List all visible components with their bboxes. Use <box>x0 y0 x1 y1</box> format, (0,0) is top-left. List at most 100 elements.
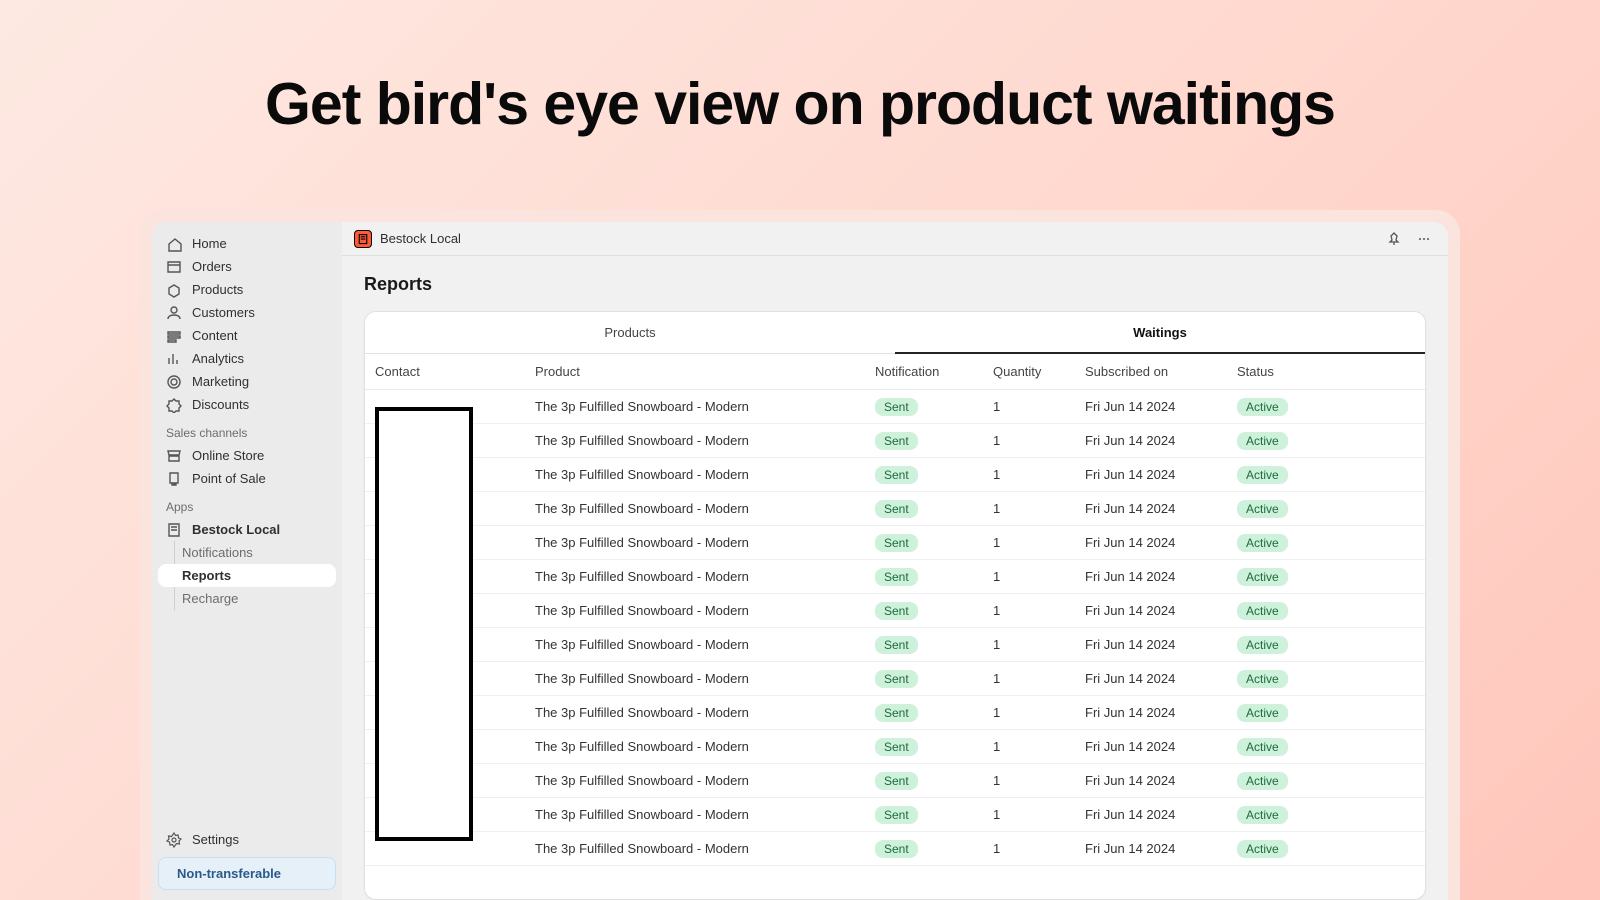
sidebar-item-label: Marketing <box>192 374 249 389</box>
cell-notification: Sent <box>865 832 983 866</box>
table-row[interactable]: The 3p Fulfilled Snowboard - ModernSent1… <box>365 832 1425 866</box>
status-badge: Active <box>1237 806 1288 824</box>
tab-waitings[interactable]: Waitings <box>895 312 1425 354</box>
table-row[interactable]: The 3p Fulfilled Snowboard - ModernSent1… <box>365 730 1425 764</box>
cell-subscribed: Fri Jun 14 2024 <box>1075 832 1227 866</box>
cell-status: Active <box>1227 458 1425 492</box>
cell-subscribed: Fri Jun 14 2024 <box>1075 424 1227 458</box>
table-row[interactable]: The 3p Fulfilled Snowboard - ModernSent1… <box>365 662 1425 696</box>
sidebar-item-label: Bestock Local <box>192 522 280 537</box>
sidebar-item-products[interactable]: Products <box>158 278 336 301</box>
col-status[interactable]: Status <box>1227 354 1425 390</box>
sidebar-item-bestock-local[interactable]: Bestock Local <box>158 518 336 541</box>
cell-status: Active <box>1227 696 1425 730</box>
hero-headline: Get bird's eye view on product waitings <box>0 70 1600 138</box>
cell-product: The 3p Fulfilled Snowboard - Modern <box>525 526 865 560</box>
sidebar-item-discounts[interactable]: Discounts <box>158 393 336 416</box>
table-row[interactable]: The 3p Fulfilled Snowboard - ModernSent1… <box>365 424 1425 458</box>
cell-status: Active <box>1227 390 1425 424</box>
cell-contact <box>365 390 525 424</box>
cell-product: The 3p Fulfilled Snowboard - Modern <box>525 492 865 526</box>
table-row[interactable]: The 3p Fulfilled Snowboard - ModernSent1… <box>365 628 1425 662</box>
cell-status: Active <box>1227 832 1425 866</box>
status-badge: Active <box>1237 738 1288 756</box>
table-row[interactable]: The 3p Fulfilled Snowboard - ModernSent1… <box>365 594 1425 628</box>
sidebar-subitem-notifications[interactable]: Notifications <box>158 541 336 564</box>
cell-contact <box>365 662 525 696</box>
nav-section-sales[interactable]: Sales channels <box>158 416 336 444</box>
cell-contact <box>365 628 525 662</box>
table-row[interactable]: The 3p Fulfilled Snowboard - ModernSent1… <box>365 390 1425 424</box>
sidebar-item-settings[interactable]: Settings <box>158 828 336 851</box>
tab-products[interactable]: Products <box>365 312 895 354</box>
sidebar-item-label: Home <box>192 236 227 251</box>
sidebar-item-customers[interactable]: Customers <box>158 301 336 324</box>
table-row[interactable]: The 3p Fulfilled Snowboard - ModernSent1… <box>365 764 1425 798</box>
cell-product: The 3p Fulfilled Snowboard - Modern <box>525 764 865 798</box>
cell-contact <box>365 798 525 832</box>
status-badge: Active <box>1237 636 1288 654</box>
col-contact[interactable]: Contact <box>365 354 525 390</box>
customers-icon <box>166 305 182 321</box>
cell-subscribed: Fri Jun 14 2024 <box>1075 458 1227 492</box>
status-badge: Active <box>1237 500 1288 518</box>
cell-quantity: 1 <box>983 628 1075 662</box>
more-button[interactable] <box>1412 227 1436 251</box>
hero-banner: Get bird's eye view on product waitings <box>0 0 1600 168</box>
orders-icon <box>166 259 182 275</box>
cell-product: The 3p Fulfilled Snowboard - Modern <box>525 696 865 730</box>
cell-subscribed: Fri Jun 14 2024 <box>1075 526 1227 560</box>
cell-contact <box>365 764 525 798</box>
products-icon <box>166 282 182 298</box>
cell-product: The 3p Fulfilled Snowboard - Modern <box>525 832 865 866</box>
cell-product: The 3p Fulfilled Snowboard - Modern <box>525 730 865 764</box>
table-row[interactable]: The 3p Fulfilled Snowboard - ModernSent1… <box>365 458 1425 492</box>
table-row[interactable]: The 3p Fulfilled Snowboard - ModernSent1… <box>365 798 1425 832</box>
sidebar-subitem-reports[interactable]: Reports <box>158 564 336 587</box>
sidebar-item-label: Analytics <box>192 351 244 366</box>
cell-subscribed: Fri Jun 14 2024 <box>1075 730 1227 764</box>
non-transferable-notice[interactable]: Non-transferable <box>158 857 336 890</box>
col-product[interactable]: Product <box>525 354 865 390</box>
cell-product: The 3p Fulfilled Snowboard - Modern <box>525 424 865 458</box>
cell-notification: Sent <box>865 730 983 764</box>
col-notification[interactable]: Notification <box>865 354 983 390</box>
reports-card: Products Waitings Contact Product Notifi… <box>364 311 1426 900</box>
cell-notification: Sent <box>865 492 983 526</box>
col-quantity[interactable]: Quantity <box>983 354 1075 390</box>
cell-status: Active <box>1227 594 1425 628</box>
sidebar-item-label: Customers <box>192 305 255 320</box>
table-row[interactable]: The 3p Fulfilled Snowboard - ModernSent1… <box>365 526 1425 560</box>
notification-badge: Sent <box>875 806 918 824</box>
sidebar-item-orders[interactable]: Orders <box>158 255 336 278</box>
sidebar-item-marketing[interactable]: Marketing <box>158 370 336 393</box>
nav-primary: Home OrdersProducts Customers Content Analyt… <box>158 232 336 416</box>
nav-section-apps[interactable]: Apps <box>158 490 336 518</box>
notification-badge: Sent <box>875 568 918 586</box>
col-subscribed[interactable]: Subscribed on <box>1075 354 1227 390</box>
cell-subscribed: Fri Jun 14 2024 <box>1075 798 1227 832</box>
sidebar-item-online-store[interactable]: Online Store <box>158 444 336 467</box>
notification-badge: Sent <box>875 772 918 790</box>
sidebar-item-label: Notifications <box>182 545 253 560</box>
sidebar-item-content[interactable]: Content <box>158 324 336 347</box>
notification-badge: Sent <box>875 636 918 654</box>
cell-contact <box>365 492 525 526</box>
pin-button[interactable] <box>1382 227 1406 251</box>
sidebar-item-analytics[interactable]: Analytics <box>158 347 336 370</box>
status-badge: Active <box>1237 398 1288 416</box>
table-row[interactable]: The 3p Fulfilled Snowboard - ModernSent1… <box>365 560 1425 594</box>
sidebar-item-point-of-sale[interactable]: Point of Sale <box>158 467 336 490</box>
analytics-icon <box>166 351 182 367</box>
cell-product: The 3p Fulfilled Snowboard - Modern <box>525 594 865 628</box>
table-row[interactable]: The 3p Fulfilled Snowboard - ModernSent1… <box>365 696 1425 730</box>
bestock-icon <box>166 522 182 538</box>
table-row[interactable]: The 3p Fulfilled Snowboard - ModernSent1… <box>365 492 1425 526</box>
cell-status: Active <box>1227 764 1425 798</box>
sidebar: Home OrdersProducts Customers Content Analyt… <box>152 222 342 900</box>
cell-product: The 3p Fulfilled Snowboard - Modern <box>525 458 865 492</box>
sidebar-item-home[interactable]: Home <box>158 232 336 255</box>
gear-icon <box>166 832 182 848</box>
sidebar-item-label: Recharge <box>182 591 238 606</box>
sidebar-subitem-recharge[interactable]: Recharge <box>158 587 336 610</box>
